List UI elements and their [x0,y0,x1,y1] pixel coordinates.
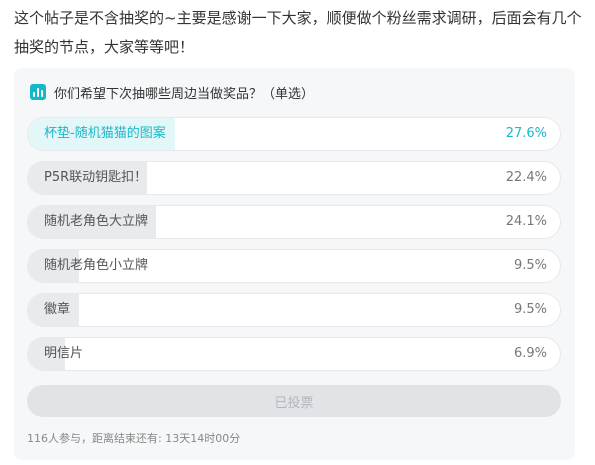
bar-chart-icon [30,84,46,100]
poll-option-percent: 9.5% [513,258,547,273]
poll-option-label: 明信片 [44,346,84,361]
poll-option-label: 杯垫-随机猫猫的图案 [44,126,166,141]
poll-title: 你们希望下次抽哪些周边当做奖品？（单选） [54,86,315,102]
post-text: 这个帖子是不含抽奖的~主要是感谢一下大家，顺便做个粉丝需求调研，后面会有几个抽奖… [14,9,582,56]
poll-option[interactable]: 杯垫-随机猫猫的图案 27.6% [27,117,561,151]
poll-option-percent: 9.5% [513,302,547,317]
poll-option-percent: 27.6% [505,126,547,141]
poll-option-label: 随机老角色大立牌 [44,214,149,229]
poll-footer: 116人参与，距离结束还有: 13天14时00分 [27,432,241,445]
poll-option-percent: 24.1% [505,214,547,229]
poll-option[interactable]: 随机老角色小立牌 9.5% [27,249,561,283]
poll-option[interactable]: 明信片 6.9% [27,337,561,371]
poll-option[interactable]: 随机老角色大立牌 24.1% [27,205,561,239]
poll-option-label: P5R联动钥匙扣！ [44,170,148,185]
poll-option-percent: 6.9% [513,346,547,361]
poll-option-percent: 22.4% [505,170,547,185]
poll-option-label: 随机老角色小立牌 [44,258,149,273]
poll-option[interactable]: P5R联动钥匙扣！ 22.4% [27,161,561,195]
voted-button[interactable]: 已投票 [27,385,561,417]
poll-option-label: 徽章 [44,302,71,317]
poll-option[interactable]: 徽章 9.5% [27,293,561,327]
poll-card: 你们希望下次抽哪些周边当做奖品？（单选） 杯垫-随机猫猫的图案 27.6% P5… [14,68,575,460]
poll-header: 你们希望下次抽哪些周边当做奖品？（单选） [30,83,315,102]
